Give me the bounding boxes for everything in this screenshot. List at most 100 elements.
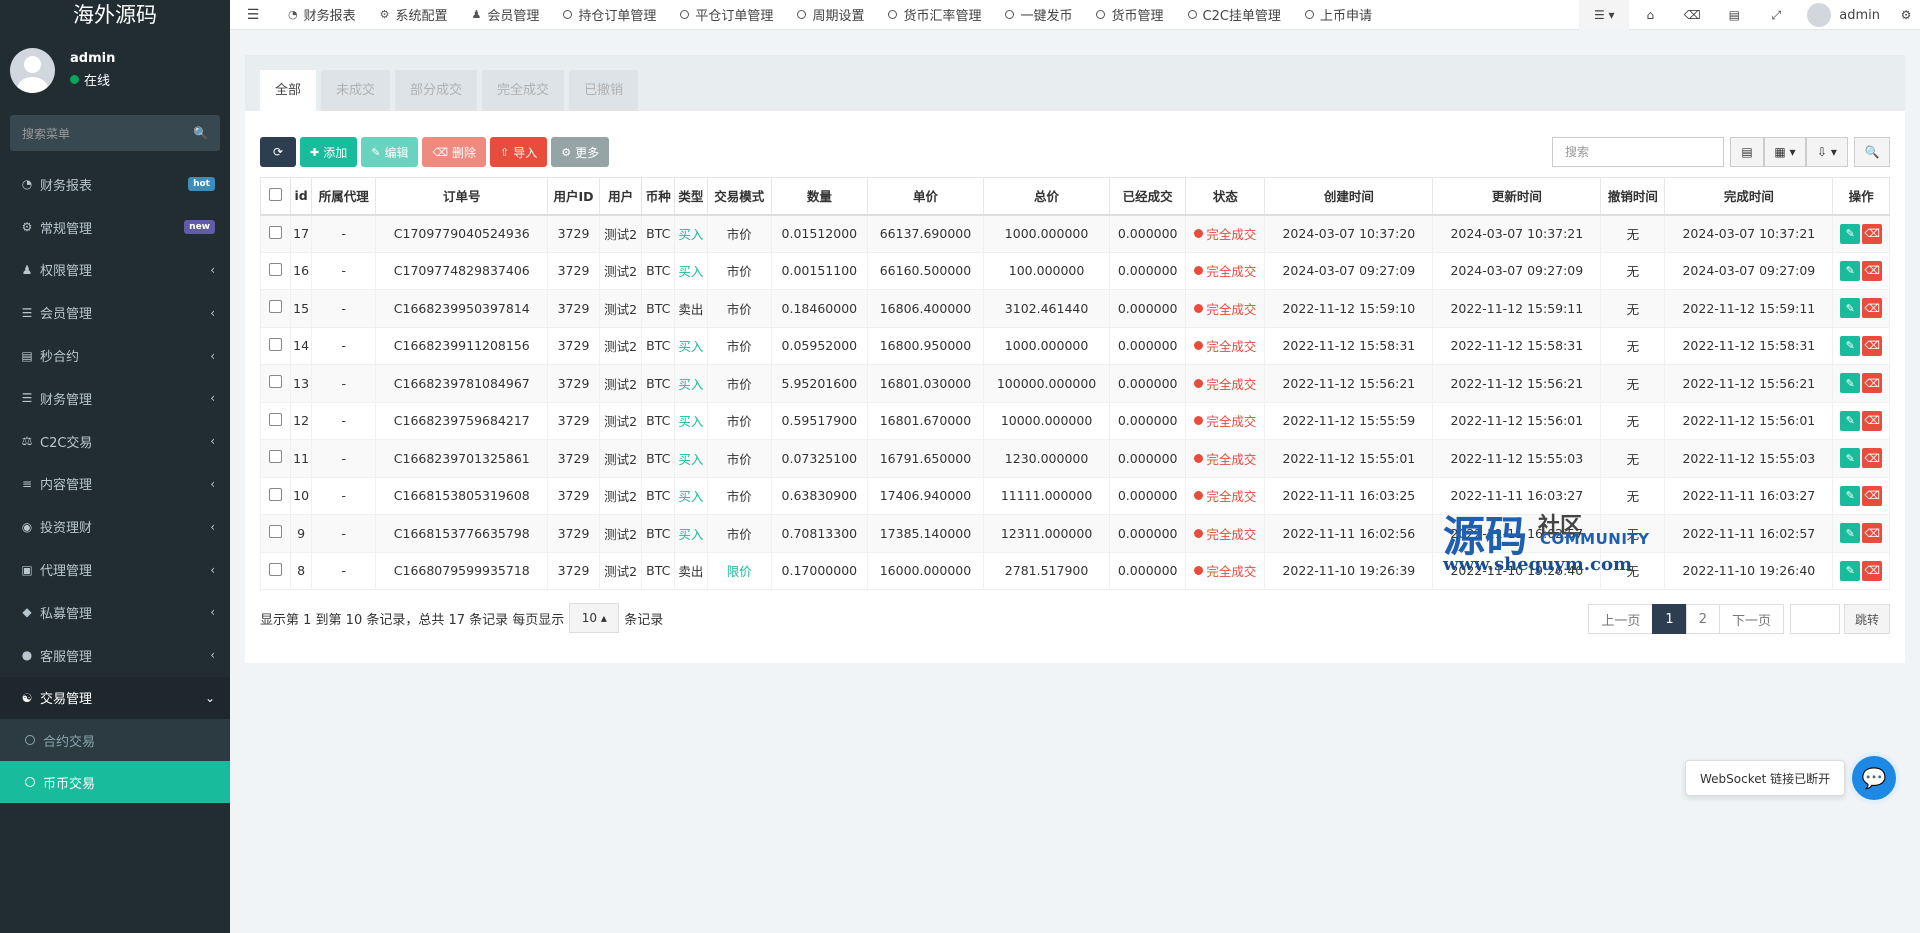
- import-button[interactable]: ⇧ 导入: [490, 137, 548, 167]
- row-checkbox[interactable]: [269, 300, 282, 314]
- sidebar-item-4[interactable]: ▤ 秒合约 ‹: [0, 334, 230, 377]
- prev-page-button[interactable]: 上一页: [1588, 604, 1654, 634]
- sidebar-item-8[interactable]: ◉ 投资理财 ‹: [0, 505, 230, 548]
- row-checkbox[interactable]: [269, 412, 282, 426]
- row-edit-button[interactable]: ✎: [1840, 223, 1861, 244]
- row-delete-button[interactable]: ⌫: [1862, 373, 1883, 394]
- more-button[interactable]: ⚙ 更多: [551, 137, 610, 167]
- trash-icon[interactable]: ⌫: [1671, 8, 1713, 22]
- column-header[interactable]: 用户: [598, 177, 643, 216]
- row-edit-button[interactable]: ✎: [1840, 448, 1861, 469]
- table-row[interactable]: 16- C1709774829837406 3729 测试2 BTC 买入 市价 0.0015…: [260, 251, 1890, 290]
- row-edit-button[interactable]: ✎: [1840, 298, 1861, 319]
- status-tab-1[interactable]: 未成交: [321, 70, 391, 111]
- table-search-input[interactable]: 搜索: [1552, 137, 1724, 167]
- edit-button[interactable]: ✎ 编辑: [361, 137, 419, 167]
- row-delete-button[interactable]: ⌫: [1862, 298, 1883, 319]
- brand-logo[interactable]: 海外源码: [0, 0, 230, 30]
- jump-page-input[interactable]: [1789, 604, 1840, 634]
- navbar-admin-name[interactable]: admin: [1839, 8, 1880, 23]
- sidebar-item-1[interactable]: ⚙ 常规管理 new: [0, 206, 230, 249]
- table-row[interactable]: 11- C1668239701325861 3729 测试2 BTC 买入 市价 0.0732…: [260, 439, 1890, 478]
- row-checkbox[interactable]: [269, 525, 282, 539]
- sidebar-item-0[interactable]: ◔ 财务报表 hot: [0, 163, 230, 206]
- jump-button[interactable]: 跳转: [1843, 604, 1890, 634]
- row-delete-button[interactable]: ⌫: [1862, 410, 1883, 431]
- table-row[interactable]: 13- C1668239781084967 3729 测试2 BTC 买入 市价 5.9520…: [260, 364, 1890, 403]
- search-icon[interactable]: 🔍: [193, 126, 208, 140]
- nav-tab-10[interactable]: 上币申请: [1293, 0, 1384, 30]
- row-edit-button[interactable]: ✎: [1840, 335, 1861, 356]
- navbar-avatar[interactable]: [1807, 3, 1832, 27]
- nav-tab-5[interactable]: 周期设置: [785, 0, 876, 30]
- row-delete-button[interactable]: ⌫: [1862, 523, 1883, 544]
- toggle-view-button[interactable]: ▤: [1730, 137, 1764, 167]
- page-size-select[interactable]: 10 ▴: [569, 603, 620, 633]
- nav-tab-2[interactable]: ♟ 会员管理: [460, 0, 552, 30]
- menu-toggle-icon[interactable]: ☰: [230, 7, 276, 23]
- page-1-button[interactable]: 1: [1652, 604, 1687, 634]
- sidebar-subitem-0[interactable]: 合约交易: [0, 719, 230, 762]
- column-header[interactable]: 操作: [1832, 177, 1890, 216]
- table-row[interactable]: 8- C1668079599935718 3729 测试2 BTC 卖出 限价 0.17000…: [260, 551, 1890, 590]
- row-edit-button[interactable]: ✎: [1840, 485, 1861, 506]
- sidebar-search-input[interactable]: 搜索菜单 🔍: [10, 115, 220, 151]
- column-header[interactable]: 订单号: [375, 177, 549, 216]
- column-header[interactable]: 已经成交: [1109, 177, 1187, 216]
- row-delete-button[interactable]: ⌫: [1862, 448, 1883, 469]
- chat-bubble-icon[interactable]: 💬: [1848, 752, 1900, 804]
- row-checkbox[interactable]: [269, 262, 282, 276]
- nav-tab-9[interactable]: C2C挂单管理: [1176, 0, 1293, 30]
- sidebar-item-12[interactable]: ☯ 交易管理 ⌄: [0, 676, 230, 720]
- export-button[interactable]: ⇩ ▾: [1806, 137, 1848, 167]
- column-header[interactable]: 更新时间: [1432, 177, 1602, 216]
- sidebar-item-5[interactable]: ☰ 财务管理 ‹: [0, 377, 230, 420]
- row-delete-button[interactable]: ⌫: [1862, 260, 1883, 281]
- status-tab-4[interactable]: 已撤销: [569, 70, 639, 111]
- row-checkbox[interactable]: [269, 487, 282, 501]
- sidebar-item-2[interactable]: ♟ 权限管理 ‹: [0, 249, 230, 292]
- table-row[interactable]: 15- C1668239950397814 3729 测试2 BTC 卖出 市价 0.1846…: [260, 289, 1890, 328]
- tabs-dropdown-icon[interactable]: ☰ ▾: [1579, 0, 1630, 30]
- row-delete-button[interactable]: ⌫: [1862, 560, 1883, 581]
- refresh-button[interactable]: ⟳: [260, 137, 296, 167]
- nav-tab-7[interactable]: 一键发币: [993, 0, 1084, 30]
- advanced-search-button[interactable]: 🔍: [1854, 137, 1890, 167]
- row-edit-button[interactable]: ✎: [1840, 410, 1861, 431]
- column-header[interactable]: 创建时间: [1264, 177, 1434, 216]
- sidebar-item-11[interactable]: ● 客服管理 ‹: [0, 634, 230, 677]
- row-checkbox[interactable]: [269, 375, 282, 389]
- column-header[interactable]: 所属代理: [311, 177, 377, 216]
- sidebar-item-7[interactable]: ≡ 内容管理 ‹: [0, 463, 230, 506]
- table-row[interactable]: 12- C1668239759684217 3729 测试2 BTC 买入 市价 0.5951…: [260, 401, 1890, 440]
- nav-tab-6[interactable]: 货币汇率管理: [876, 0, 993, 30]
- nav-tab-4[interactable]: 平仓订单管理: [668, 0, 785, 30]
- column-header[interactable]: id: [289, 177, 313, 216]
- next-page-button[interactable]: 下一页: [1718, 604, 1784, 634]
- row-delete-button[interactable]: ⌫: [1862, 485, 1883, 506]
- sidebar-item-3[interactable]: ☰ 会员管理 ‹: [0, 291, 230, 334]
- columns-button[interactable]: ▦ ▾: [1764, 137, 1806, 167]
- column-header[interactable]: 币种: [641, 177, 676, 216]
- row-edit-button[interactable]: ✎: [1840, 260, 1861, 281]
- column-header[interactable]: 单价: [866, 177, 985, 216]
- sidebar-item-10[interactable]: ◆ 私募管理 ‹: [0, 591, 230, 634]
- sidebar-item-9[interactable]: ▣ 代理管理 ‹: [0, 548, 230, 591]
- row-checkbox[interactable]: [269, 450, 282, 464]
- add-button[interactable]: ✚ 添加: [300, 137, 358, 167]
- column-header[interactable]: 数量: [770, 177, 868, 216]
- nav-tab-1[interactable]: ⚙ 系统配置: [368, 0, 460, 30]
- nav-tab-0[interactable]: ◔ 财务报表: [276, 0, 368, 30]
- fullscreen-icon[interactable]: ⤢: [1755, 8, 1797, 23]
- column-header[interactable]: 交易模式: [706, 177, 772, 216]
- table-row[interactable]: 14- C1668239911208156 3729 测试2 BTC 买入 市价 0.0595…: [260, 326, 1890, 365]
- column-header[interactable]: 用户ID: [547, 177, 600, 216]
- column-header[interactable]: 总价: [983, 177, 1111, 216]
- column-header[interactable]: 撤销时间: [1600, 177, 1666, 216]
- column-header[interactable]: 状态: [1185, 177, 1266, 216]
- column-header[interactable]: 完成时间: [1664, 177, 1834, 216]
- status-tab-2[interactable]: 部分成交: [395, 70, 478, 111]
- status-tab-0[interactable]: 全部: [260, 70, 317, 111]
- nav-tab-8[interactable]: 货币管理: [1084, 0, 1175, 30]
- page-2-button[interactable]: 2: [1685, 604, 1720, 634]
